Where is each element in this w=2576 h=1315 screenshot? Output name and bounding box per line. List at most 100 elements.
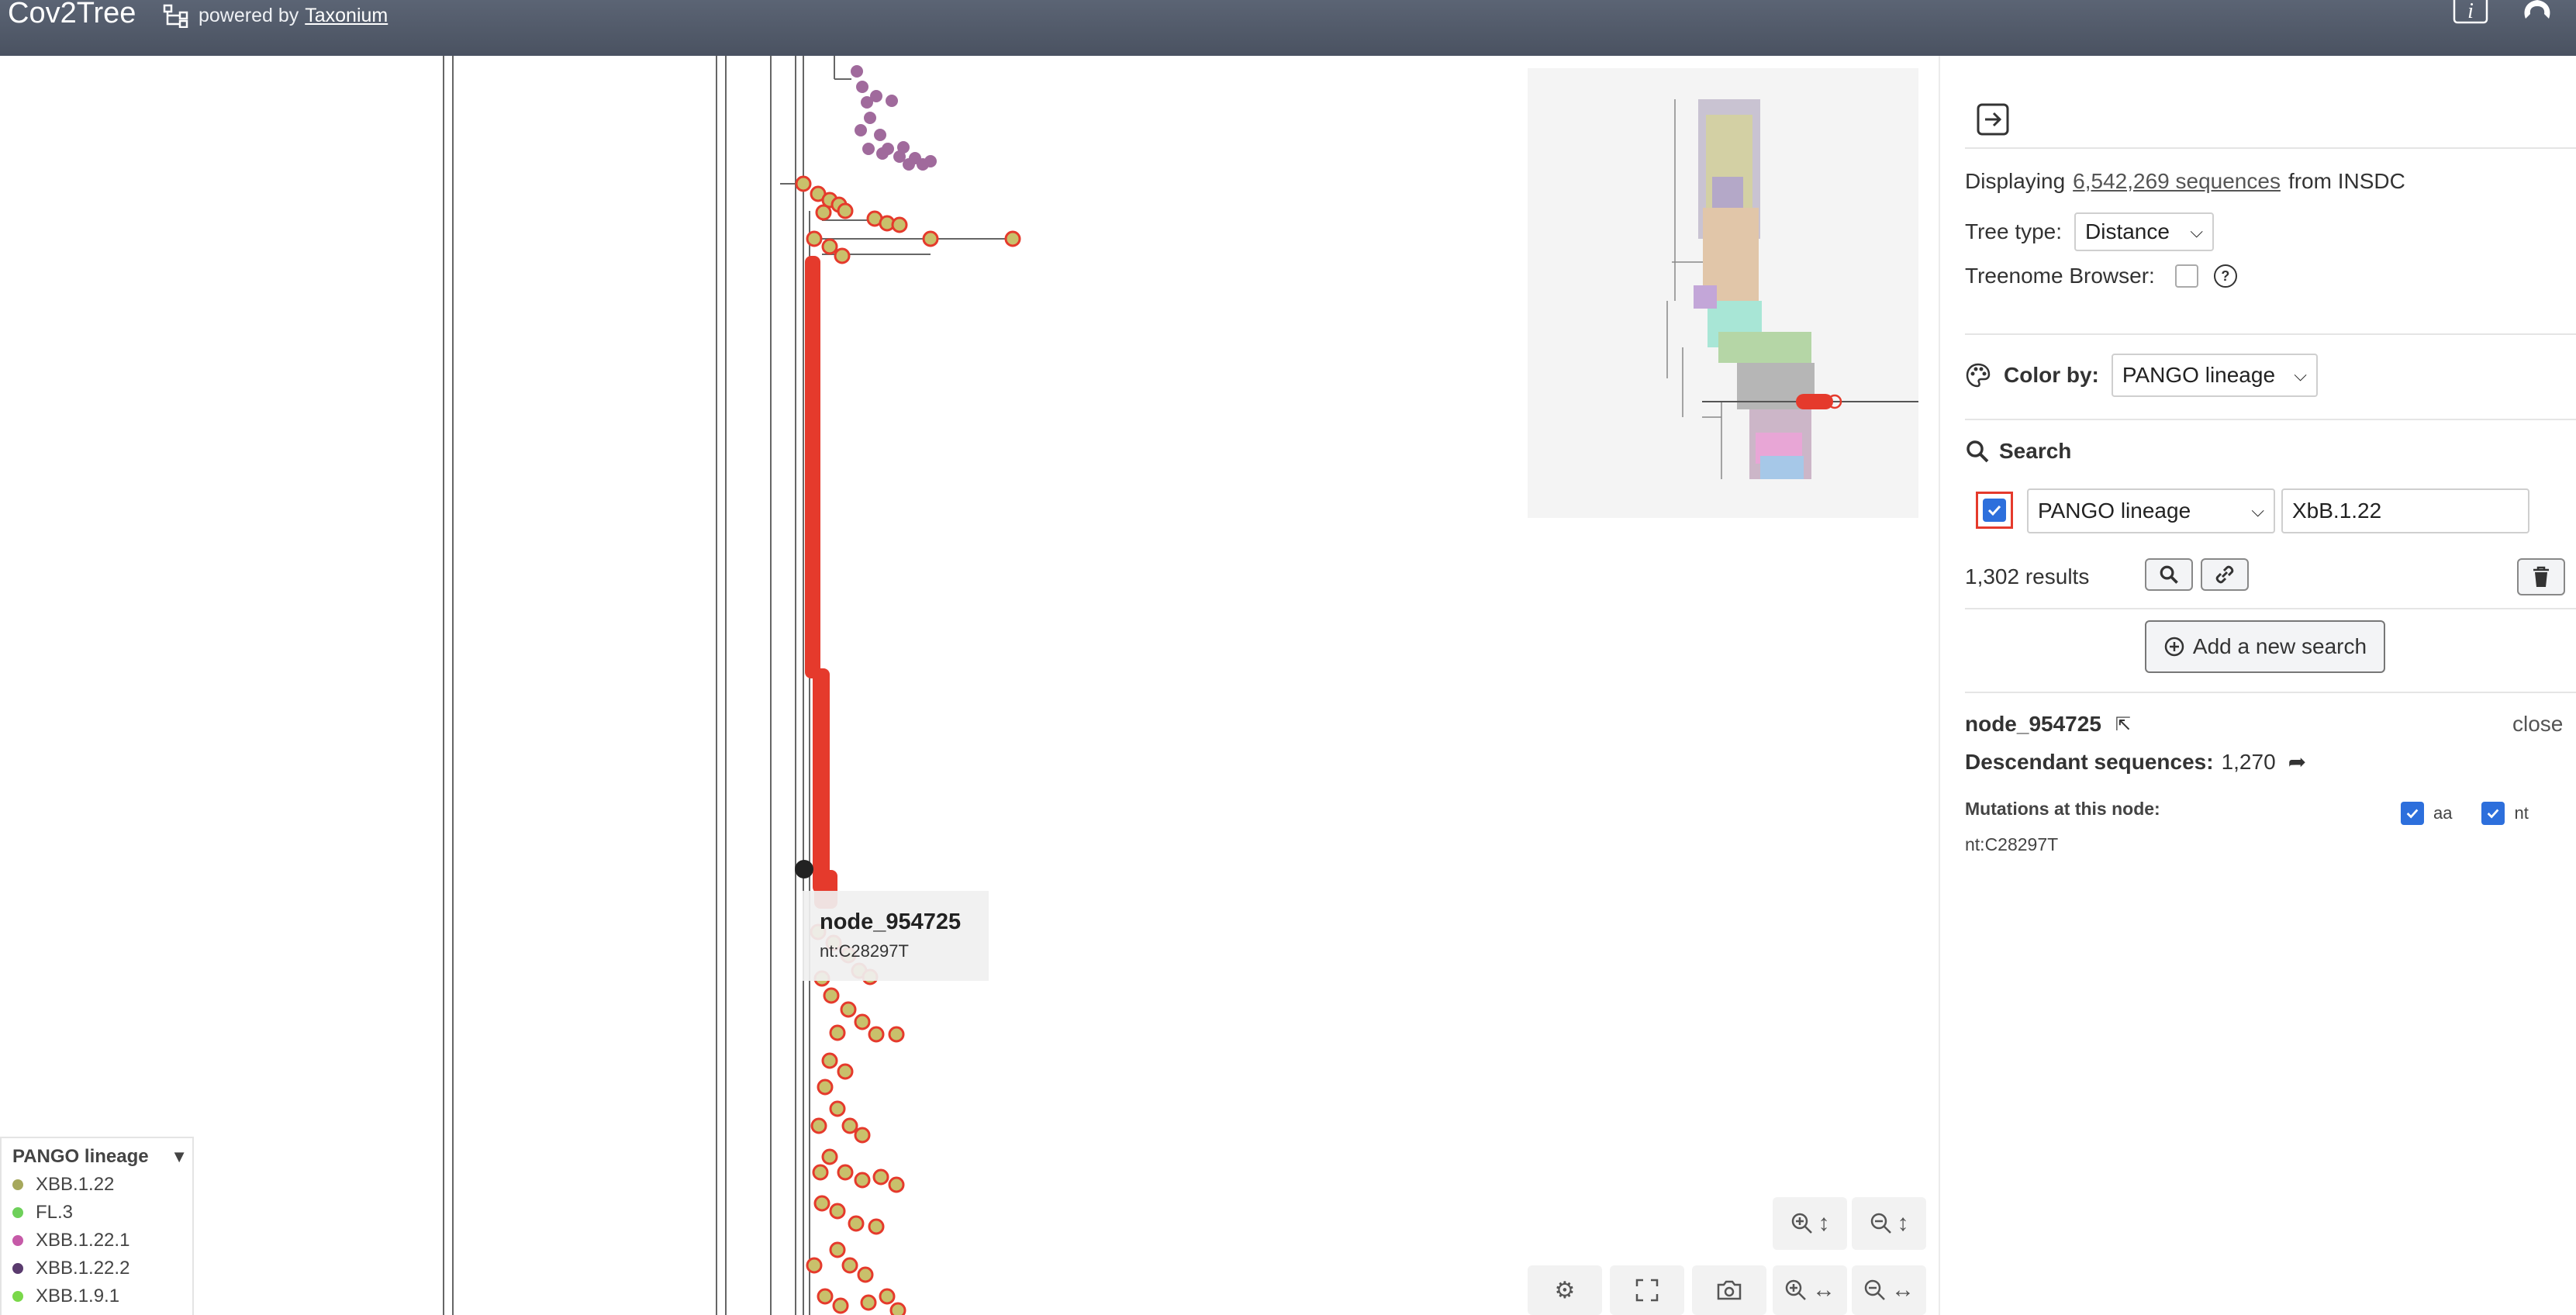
highlighted-tree-node[interactable] — [841, 1117, 858, 1134]
zoom-to-results-button[interactable] — [2145, 558, 2193, 591]
highlighted-tree-node[interactable] — [829, 1203, 846, 1220]
highlighted-tree-node[interactable] — [821, 1052, 838, 1069]
highlighted-tree-node[interactable] — [889, 1302, 906, 1315]
settings-button[interactable]: ⚙ — [1528, 1265, 1602, 1315]
highlighted-tree-node[interactable] — [829, 1024, 846, 1041]
tree-node[interactable] — [870, 90, 882, 102]
zoom-in-vertical-button[interactable]: ↕ — [1773, 1197, 1847, 1250]
search-results-count: 1,302 results — [1965, 564, 2090, 588]
tree-node[interactable] — [886, 95, 898, 107]
zoom-out-horizontal-button[interactable]: ↔ — [1852, 1265, 1926, 1315]
tree-node[interactable] — [851, 65, 863, 78]
zoom-in-icon — [1791, 1213, 1812, 1234]
tree-node[interactable] — [862, 143, 875, 155]
highlighted-tree-node[interactable] — [854, 1013, 871, 1030]
screenshot-button[interactable] — [1692, 1265, 1766, 1315]
tree-node[interactable] — [924, 155, 937, 167]
search-results-row: 1,302 results — [1965, 564, 2089, 589]
powered-by: powered by Taxonium — [163, 0, 388, 31]
search-enabled-checkbox-wrap[interactable] — [1976, 492, 2013, 529]
legend-item: FL.3 — [12, 1202, 73, 1224]
highlighted-tree-node[interactable] — [821, 1148, 838, 1165]
taxonium-link[interactable]: Taxonium — [305, 0, 388, 31]
collapse-sidebar-button[interactable] — [1976, 102, 2010, 136]
highlighted-tree-node[interactable] — [817, 1079, 834, 1096]
highlighted-tree-node[interactable] — [817, 1288, 834, 1305]
highlighted-tree-node[interactable] — [823, 987, 840, 1004]
highlighted-tree-node[interactable] — [888, 1176, 905, 1193]
tree-node[interactable] — [897, 141, 910, 154]
highlighted-tree-node[interactable] — [837, 1063, 854, 1080]
add-search-button[interactable]: Add a new search — [2145, 620, 2385, 673]
aa-checkbox[interactable] — [2401, 802, 2424, 825]
close-node-link[interactable]: close — [2512, 712, 2563, 737]
treenome-row: Treenome Browser: ? — [1965, 264, 2237, 288]
highlighted-tree-node[interactable] — [841, 1257, 858, 1274]
highlighted-tree-node[interactable] — [868, 1026, 885, 1043]
zoom-in-icon — [1785, 1279, 1806, 1300]
share-arrow-icon[interactable]: ➦ — [2288, 749, 2306, 775]
nt-checkbox[interactable] — [2481, 802, 2505, 825]
tree-node[interactable] — [855, 124, 867, 136]
highlighted-tree-node[interactable] — [834, 247, 851, 264]
info-icon[interactable]: i — [2452, 0, 2489, 25]
minimap[interactable] — [1528, 68, 1918, 518]
highlighted-tree-node[interactable] — [891, 216, 908, 233]
highlighted-tree-node[interactable] — [837, 1164, 854, 1181]
legend-item-label: XBB.1.22 — [36, 1174, 115, 1195]
delete-search-button[interactable] — [2517, 558, 2565, 595]
highlighted-tree-node[interactable] — [922, 230, 939, 247]
tree-node[interactable] — [882, 143, 894, 155]
legend-color-dot — [12, 1179, 23, 1190]
highlighted-tree-node[interactable] — [815, 204, 832, 221]
arrow-up-left-icon[interactable]: ⇱ — [2115, 713, 2131, 736]
tree-node[interactable] — [874, 129, 886, 141]
fullscreen-button[interactable] — [1610, 1265, 1684, 1315]
highlighted-tree-node[interactable] — [854, 1172, 871, 1189]
treenome-checkbox[interactable] — [2174, 264, 2198, 288]
zoom-out-vertical-button[interactable]: ↕ — [1852, 1197, 1926, 1250]
tree-node[interactable] — [856, 81, 868, 93]
highlighted-tree-node[interactable] — [879, 1288, 896, 1305]
color-by-select[interactable]: PANGO lineage ⌵ — [2111, 354, 2318, 397]
tree-type-select[interactable]: Distance ⌵ — [2074, 212, 2215, 251]
horizontal-arrow-icon: ↔ — [1891, 1277, 1915, 1303]
highlighted-tree-node[interactable] — [821, 238, 838, 255]
highlighted-tree-node[interactable] — [806, 230, 823, 247]
zoom-in-horizontal-button[interactable]: ↔ — [1773, 1265, 1847, 1315]
legend-item: XBB.1.9.1 — [12, 1286, 119, 1307]
highlighted-tree-node[interactable] — [848, 1215, 865, 1232]
highlighted-tree-node[interactable] — [812, 1164, 829, 1181]
highlighted-tree-node[interactable] — [860, 1294, 877, 1311]
copy-link-button[interactable] — [2201, 558, 2249, 591]
search-enabled-checkbox[interactable] — [1983, 499, 2006, 522]
highlighted-tree-node[interactable] — [795, 175, 812, 192]
selected-node-marker[interactable] — [795, 860, 813, 878]
highlighted-tree-node[interactable] — [857, 1266, 874, 1283]
highlighted-tree-node[interactable] — [806, 1257, 823, 1274]
highlighted-tree-node[interactable] — [832, 1297, 849, 1314]
highlighted-tree-node[interactable] — [813, 1195, 830, 1212]
highlighted-tree-node[interactable] — [888, 1026, 905, 1043]
help-icon[interactable]: ? — [2213, 264, 2237, 288]
tree-node[interactable] — [864, 112, 876, 124]
highlighted-tree-node[interactable] — [1004, 230, 1021, 247]
tree-canvas[interactable]: node_954725 nt:C28297T ↕ ↕ ⚙ ↔ ↔ — [0, 56, 1939, 1315]
highlighted-tree-node[interactable] — [837, 202, 854, 219]
highlighted-tree-node[interactable] — [840, 1001, 857, 1018]
highlighted-tree-node[interactable] — [810, 1117, 827, 1134]
github-icon[interactable] — [2519, 0, 2556, 25]
sequence-count-link[interactable]: 6,542,269 sequences — [2073, 169, 2281, 194]
legend-header[interactable]: PANGO lineage ▼ — [12, 1146, 188, 1168]
highlighted-tree-node[interactable] — [854, 1127, 871, 1144]
highlighted-tree-node[interactable] — [829, 1100, 846, 1117]
highlighted-tree-node[interactable] — [872, 1168, 889, 1186]
highlighted-tree-node[interactable] — [868, 1218, 885, 1235]
triangle-down-icon[interactable]: ▼ — [171, 1147, 188, 1167]
search-value-input[interactable]: XbB.1.22 — [2281, 488, 2529, 533]
gear-icon: ⚙ — [1554, 1277, 1576, 1303]
check-icon — [2488, 809, 2499, 819]
divider — [1965, 692, 2576, 693]
highlighted-tree-node[interactable] — [829, 1241, 846, 1258]
search-field-select[interactable]: PANGO lineage ⌵ — [2027, 488, 2275, 533]
